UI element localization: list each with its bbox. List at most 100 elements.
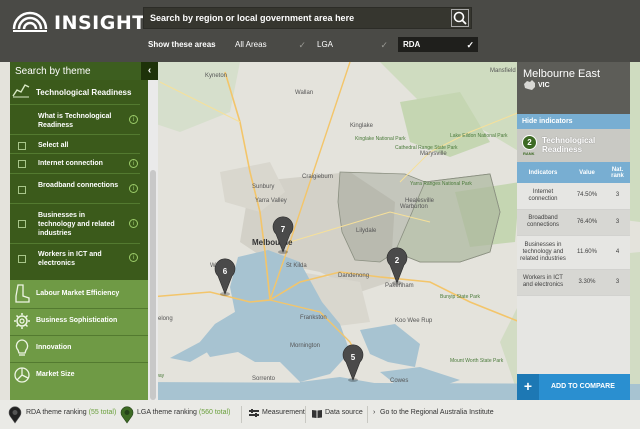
map-label: Dandenong — [338, 273, 369, 279]
theme-label: Innovation — [36, 344, 72, 351]
insight-logo[interactable]: INSIGHT — [10, 9, 145, 37]
logo-text: INSIGHT — [54, 12, 146, 34]
rda-marker-icon — [8, 406, 22, 424]
checkbox[interactable] — [18, 220, 26, 228]
legend-lga: LGA theme ranking (560 total) — [137, 409, 230, 416]
rank-cell: 3 — [605, 269, 630, 296]
legend-lga-total: (560 total) — [198, 409, 231, 416]
subitem-label: Internet connection — [38, 160, 103, 167]
marker-label: 6 — [223, 267, 228, 276]
table-row: Businesses in technology and related ind… — [517, 235, 630, 270]
map-label: Yarra Valley — [255, 198, 287, 204]
theme-item-market-size[interactable]: Market Size — [10, 361, 148, 389]
indicators-table: Indicators Value Nat. rank Internet conn… — [517, 162, 630, 296]
value-cell: 76.40% — [569, 209, 605, 236]
checkbox[interactable] — [18, 186, 26, 194]
table-header-row: Indicators Value Nat. rank — [517, 162, 630, 183]
divider — [10, 153, 140, 154]
add-to-compare-label: ADD TO COMPARE — [551, 383, 615, 390]
legend-lga-label: LGA theme ranking — [137, 409, 197, 416]
measurement-icon — [249, 409, 259, 417]
indicator-cell: Businesses in technology and related ind… — [517, 235, 569, 270]
map-label: Kinglake — [350, 123, 374, 129]
map-label: Mount Worth State Park — [450, 358, 504, 364]
info-icon[interactable]: i — [129, 253, 138, 262]
check-icon: ✓ — [380, 40, 388, 50]
theme-item-labour-market[interactable]: Labour Market Efficiency — [10, 280, 148, 308]
theme-panel-scrollbar[interactable] — [148, 80, 158, 400]
info-icon[interactable]: i — [129, 115, 138, 124]
map-label: Koo Wee Rup — [395, 318, 433, 324]
rank-summary: 2 RANK Technological Readiness — [517, 129, 630, 162]
boot-icon — [15, 284, 30, 303]
marker-label: 7 — [281, 225, 286, 234]
search-input[interactable] — [144, 8, 449, 28]
theme-label: Technological Readiness — [36, 88, 132, 97]
hide-indicators-toggle[interactable]: Hide indicators — [517, 114, 630, 129]
table-header: Nat. rank — [605, 162, 630, 183]
map-label: Frankston — [300, 315, 327, 321]
checkbox[interactable] — [18, 160, 26, 168]
legend-rda: RDA theme ranking (55 total) — [26, 409, 116, 416]
filter-label: Show these areas — [148, 40, 216, 49]
theme-item-business-sophistication[interactable]: Business Sophistication — [10, 307, 148, 335]
region-state: VIC — [538, 82, 550, 89]
map-label: Mansfield — [490, 68, 516, 74]
map-label: Marysville — [420, 151, 447, 157]
map-label: Mornington — [290, 343, 320, 349]
legend-rda-total: (55 total) — [88, 409, 117, 416]
map-label: Bunyip State Park — [440, 294, 481, 300]
divider — [10, 104, 140, 105]
indicator-cell: Internet connection — [517, 183, 569, 210]
theme-label: Labour Market Efficiency — [36, 290, 120, 297]
data-source-link[interactable]: Data source — [325, 409, 363, 416]
rank-value: 2 — [527, 138, 532, 147]
divider — [10, 173, 140, 174]
filter-option-lga[interactable]: LGA ✓ — [312, 37, 392, 52]
divider — [241, 406, 242, 423]
checkbox[interactable] — [18, 255, 26, 263]
theme-panel-title: Search by theme — [15, 66, 91, 77]
top-header: INSIGHT Show these areas All Areas ✓ LGA… — [0, 0, 640, 62]
line-chart-icon — [12, 84, 30, 98]
map-label: Sunbury — [252, 184, 274, 190]
lightbulb-icon — [15, 339, 29, 356]
info-icon[interactable]: i — [129, 219, 138, 228]
subitem-label: Businesses in technology and related ind… — [38, 212, 115, 237]
info-icon[interactable]: i — [129, 159, 138, 168]
map-label: St Kilda — [286, 263, 307, 269]
checkbox[interactable] — [18, 142, 26, 150]
go-to-institute-link[interactable]: Go to the Regional Australia Institute — [380, 409, 494, 416]
map-label: Kinglake National Park — [355, 136, 406, 142]
filter-option-rda[interactable]: RDA ✓ — [398, 37, 478, 52]
book-icon — [312, 410, 322, 418]
table-row: Broadband connections 76.40% 3 — [517, 209, 630, 236]
subitem-label: What is Technological Readiness — [38, 113, 112, 129]
measurement-link[interactable]: Measurement — [262, 409, 305, 416]
info-icon[interactable]: i — [129, 184, 138, 193]
add-to-compare-button[interactable]: + ADD TO COMPARE — [517, 374, 630, 400]
table-header: Indicators — [517, 162, 569, 183]
theme-item-innovation[interactable]: Innovation — [10, 334, 148, 362]
map-label: Warburton — [400, 204, 428, 210]
legend-rda-label: RDA theme ranking — [26, 409, 87, 416]
chevron-left-icon: ‹ — [147, 65, 152, 76]
collapse-panel-button[interactable]: ‹ — [141, 62, 158, 80]
search-button[interactable] — [451, 9, 469, 27]
map-label: Yarra Ranges National Park — [410, 181, 472, 187]
map-label: Cathedral Range State Park — [395, 145, 458, 151]
filter-option-label: All Areas — [235, 40, 267, 49]
scrollbar-thumb[interactable] — [150, 170, 156, 400]
theme-label: Market Size — [36, 371, 75, 378]
map-label: Lake Eildon National Park — [450, 133, 508, 139]
theme-item-technological-readiness[interactable]: Technological Readiness — [10, 84, 148, 100]
subitem-label: Select all — [38, 142, 69, 149]
table-row: Workers in ICT and electronics 3.30% 3 — [517, 269, 630, 296]
rank-cell: 3 — [605, 183, 630, 210]
divider — [10, 203, 140, 204]
filter-option-label: LGA — [317, 40, 334, 49]
theme-label: Business Sophistication — [36, 317, 118, 324]
filter-option-all-areas[interactable]: All Areas ✓ — [230, 37, 310, 52]
marker-label: 5 — [351, 353, 356, 362]
search-box — [143, 7, 472, 29]
